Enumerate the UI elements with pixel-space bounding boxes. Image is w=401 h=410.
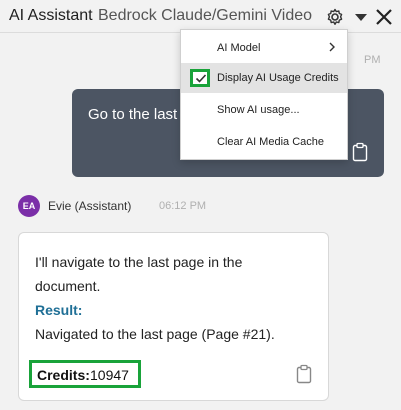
menu-item-label: Show AI usage... [217, 104, 300, 116]
menu-item-show-usage[interactable]: Show AI usage... [181, 95, 347, 125]
credits-label: Credits: [37, 367, 90, 383]
model-name: Bedrock Claude/Gemini Video [98, 7, 313, 24]
avatar: EA [18, 195, 40, 217]
clipboard-icon[interactable] [351, 142, 369, 162]
menu-item-clear-cache[interactable]: Clear AI Media Cache [181, 127, 347, 157]
gear-icon[interactable] [325, 7, 345, 27]
menu-item-label: Clear AI Media Cache [217, 136, 324, 148]
app-title: AI Assistant [9, 7, 93, 24]
result-text: Navigated to the last page (Page #21). [35, 326, 275, 342]
settings-menu: AI Model Display AI Usage Credits Show A… [180, 29, 348, 160]
assistant-message: I'll navigate to the last page in the do… [18, 232, 329, 401]
message-line: I'll navigate to the last page in the [35, 254, 243, 270]
checkmark-icon[interactable] [190, 69, 210, 87]
chevron-right-icon [327, 41, 337, 53]
result-label: Result: [35, 302, 83, 318]
message-line: document. [35, 278, 101, 294]
menu-item-label: Display AI Usage Credits [217, 72, 339, 84]
assistant-header: EA Evie (Assistant) 06:12 PM [18, 195, 318, 219]
menu-item-ai-model[interactable]: AI Model [181, 33, 347, 63]
assistant-name: Evie (Assistant) [48, 199, 132, 213]
menu-item-label: AI Model [217, 42, 261, 54]
user-time-partial: PM [364, 54, 381, 66]
menu-item-display-credits[interactable]: Display AI Usage Credits [181, 63, 347, 93]
credits-value: 10947 [90, 367, 129, 383]
assistant-time: 06:12 PM [159, 200, 207, 212]
credits-display: Credits: 10947 [29, 360, 141, 388]
clipboard-icon[interactable] [295, 364, 313, 384]
chevron-down-icon[interactable] [351, 7, 371, 27]
close-icon[interactable] [374, 7, 394, 27]
